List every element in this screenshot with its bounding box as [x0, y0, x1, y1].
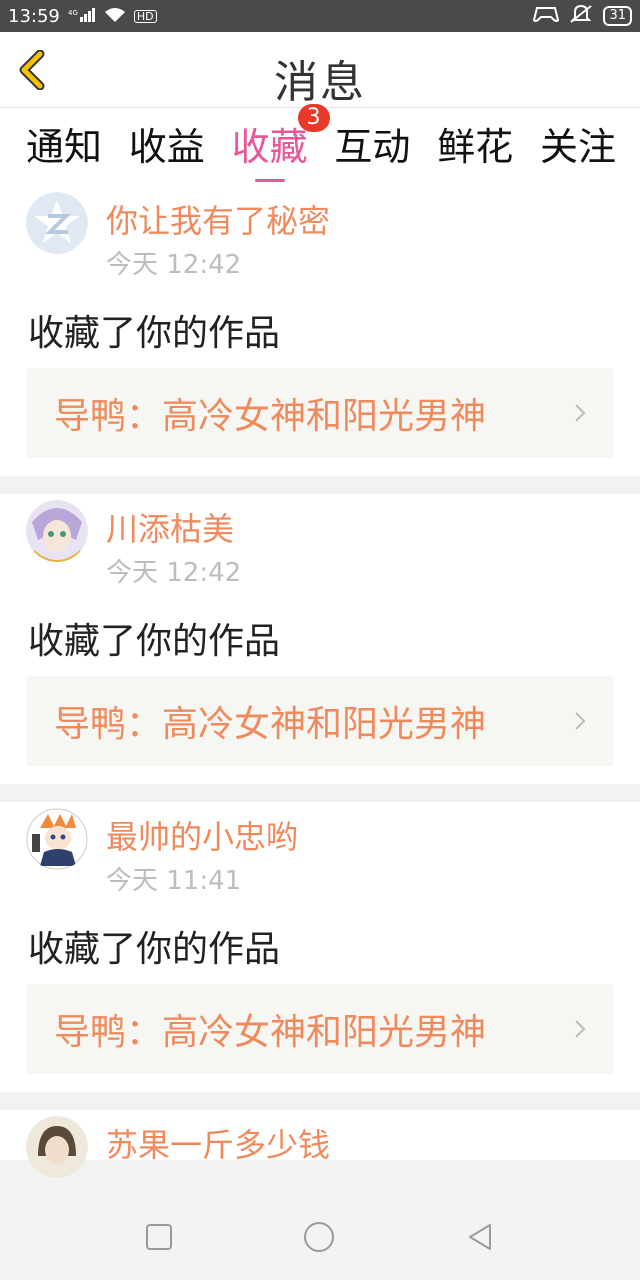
battery-icon: 31 [603, 6, 632, 26]
message-list[interactable]: 你让我有了秘密 今天 12:42 收藏了你的作品 导鸭：高冷女神和阳光男神 川添… [0, 186, 640, 1194]
message-card: 川添枯美 今天 12:42 收藏了你的作品 导鸭：高冷女神和阳光男神 [0, 494, 640, 784]
work-title: 导鸭：高冷女神和阳光男神 [54, 396, 487, 437]
message-card: 你让我有了秘密 今天 12:42 收藏了你的作品 导鸭：高冷女神和阳光男神 [0, 186, 640, 476]
tab-label: 互动 [334, 125, 411, 169]
tab-label: 通知 [26, 125, 103, 169]
tab-following[interactable]: 关注 [540, 108, 616, 186]
username[interactable]: 你让我有了秘密 [106, 196, 330, 242]
chevron-right-icon [575, 1020, 586, 1038]
signal-icon: 4G [68, 7, 96, 26]
username[interactable]: 最帅的小忠哟 [106, 812, 298, 858]
status-time: 13:59 [8, 5, 60, 27]
gamepad-icon [533, 5, 560, 28]
app-header: 消息 [0, 32, 640, 108]
home-icon[interactable] [303, 1221, 335, 1253]
message-card: 最帅的小忠哟 今天 11:41 收藏了你的作品 导鸭：高冷女神和阳光男神 [0, 802, 640, 1092]
tab-label: 鲜花 [437, 125, 514, 169]
work-link[interactable]: 导鸭：高冷女神和阳光男神 [26, 984, 614, 1074]
avatar[interactable] [26, 808, 88, 870]
hd-icon: HD [133, 9, 157, 23]
chevron-right-icon [575, 404, 586, 422]
message-card: 苏果一斤多少钱 [0, 1110, 640, 1178]
recent-apps-icon[interactable] [145, 1224, 172, 1250]
username[interactable]: 川添枯美 [106, 504, 234, 550]
tab-flowers[interactable]: 鲜花 [437, 108, 513, 186]
tab-interactions[interactable]: 互动 [334, 108, 410, 186]
back-icon[interactable] [466, 1223, 494, 1251]
action-text: 收藏了你的作品 [28, 313, 281, 354]
tab-favorites[interactable]: 收藏 3 [231, 104, 330, 186]
work-title: 导鸭：高冷女神和阳光男神 [54, 1012, 487, 1053]
tab-earnings[interactable]: 收益 [129, 108, 205, 186]
tab-label: 收益 [128, 125, 205, 169]
action-text: 收藏了你的作品 [28, 621, 281, 662]
status-bar: 13:59 4G HD 31 [0, 0, 640, 32]
tab-bar: 通知 收益 收藏 3 互动 鲜花 关注 [0, 104, 640, 186]
avatar[interactable] [26, 500, 88, 562]
tab-label: 收藏 [231, 125, 308, 169]
mute-bell-icon [569, 4, 593, 29]
timestamp: 今天 12:42 [106, 558, 242, 588]
work-link[interactable]: 导鸭：高冷女神和阳光男神 [26, 368, 614, 458]
tab-notifications[interactable]: 通知 [26, 108, 102, 186]
tab-label: 关注 [539, 125, 616, 169]
action-text: 收藏了你的作品 [28, 929, 281, 970]
unread-badge: 3 [297, 104, 330, 132]
chevron-right-icon [575, 712, 586, 730]
signal-label: 4G [68, 9, 78, 17]
work-title: 导鸭：高冷女神和阳光男神 [54, 704, 487, 745]
avatar[interactable] [26, 1116, 88, 1178]
avatar[interactable] [26, 192, 88, 254]
timestamp: 今天 11:41 [106, 866, 242, 896]
wifi-icon [104, 7, 126, 26]
username[interactable]: 苏果一斤多少钱 [106, 1120, 330, 1166]
timestamp: 今天 12:42 [106, 250, 242, 280]
system-nav-bar [0, 1194, 640, 1280]
active-tab-indicator [254, 179, 285, 182]
page-title: 消息 [274, 57, 366, 108]
work-link[interactable]: 导鸭：高冷女神和阳光男神 [26, 676, 614, 766]
